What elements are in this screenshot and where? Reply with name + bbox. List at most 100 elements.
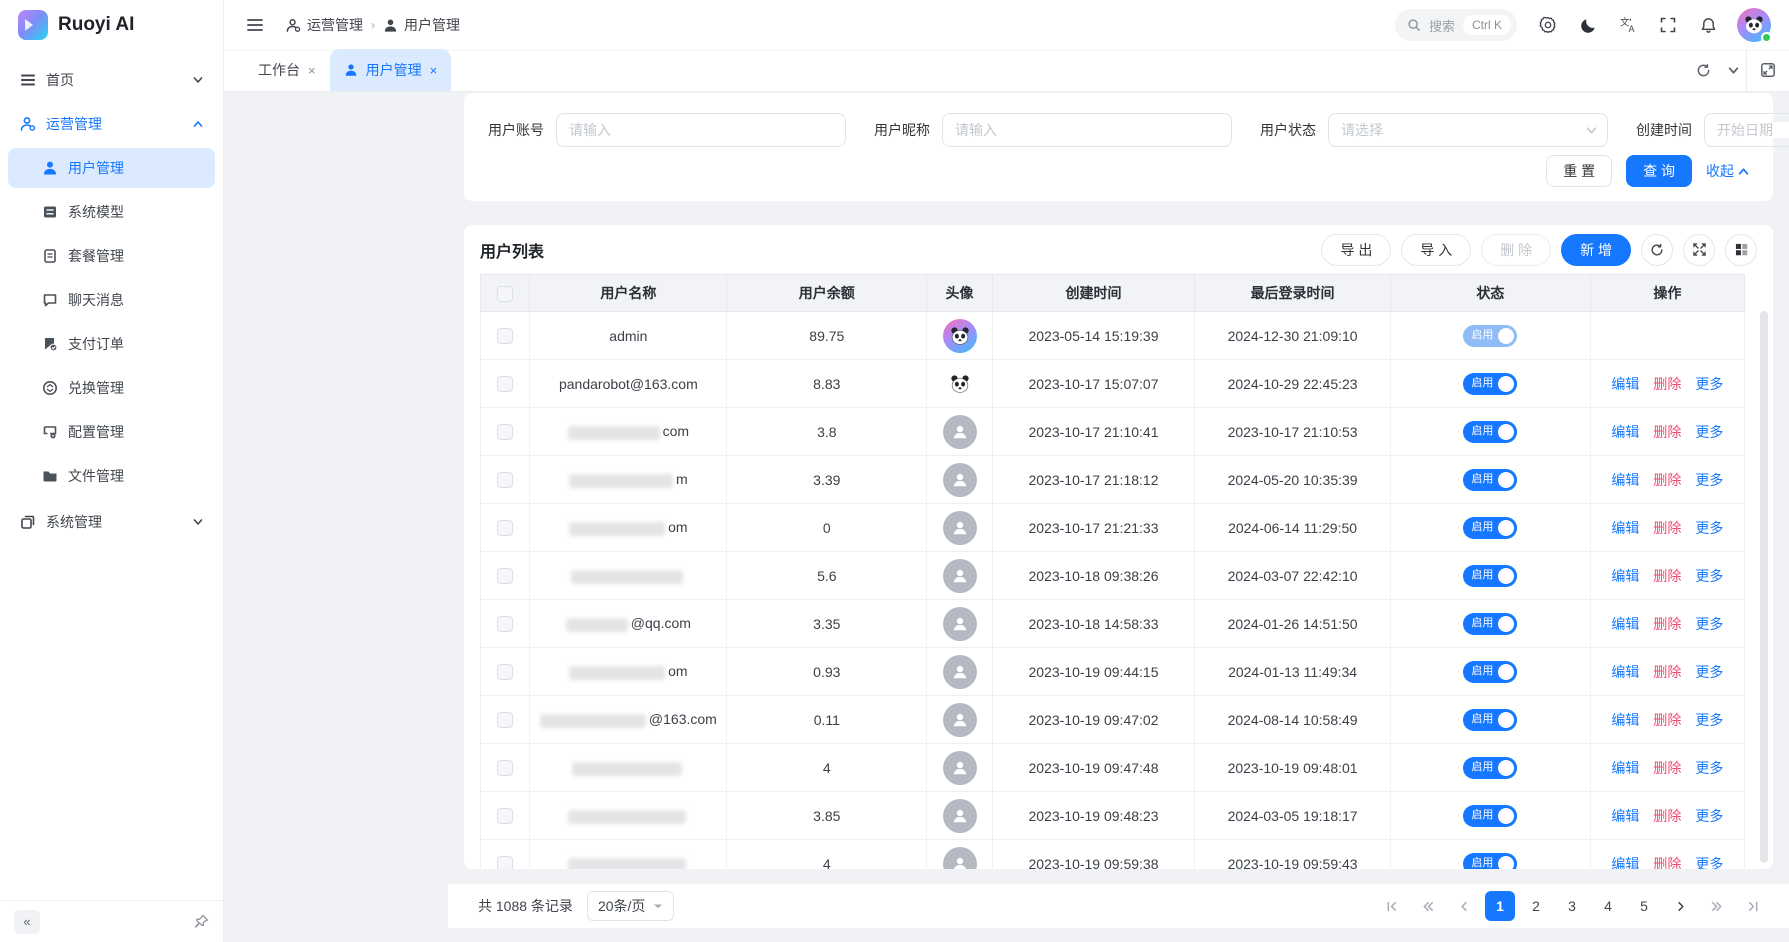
row-checkbox[interactable]	[497, 472, 513, 488]
row-checkbox[interactable]	[497, 376, 513, 392]
more-link[interactable]: 更多	[1695, 568, 1723, 584]
select-all-checkbox[interactable]	[497, 286, 513, 302]
sidebar-item-plan-management[interactable]: 套餐管理	[8, 236, 215, 276]
prev-5-pages-button[interactable]	[1413, 891, 1443, 921]
more-link[interactable]: 更多	[1695, 616, 1723, 632]
row-checkbox[interactable]	[497, 712, 513, 728]
row-checkbox[interactable]	[497, 520, 513, 536]
column-settings-icon[interactable]	[1725, 234, 1757, 266]
delete-link[interactable]: 删除	[1653, 712, 1681, 728]
hamburger-menu-icon[interactable]	[238, 8, 272, 42]
delete-link[interactable]: 删除	[1653, 376, 1681, 392]
import-button[interactable]: 导 入	[1401, 234, 1471, 266]
status-toggle[interactable]: 启用	[1463, 853, 1517, 870]
add-button[interactable]: 新 增	[1561, 234, 1631, 266]
row-checkbox[interactable]	[497, 328, 513, 344]
collapse-filter-link[interactable]: 收起	[1706, 161, 1749, 181]
delete-link[interactable]: 删除	[1653, 520, 1681, 536]
fullscreen-icon[interactable]	[1651, 8, 1685, 42]
sidebar-collapse-button[interactable]: «	[14, 910, 40, 934]
user-status-select[interactable]: 请选择	[1328, 113, 1608, 147]
edit-link[interactable]: 编辑	[1611, 712, 1639, 728]
prev-page-button[interactable]	[1449, 891, 1479, 921]
status-toggle[interactable]: 启用	[1463, 565, 1517, 587]
delete-link[interactable]: 删除	[1653, 472, 1681, 488]
next-page-button[interactable]	[1665, 891, 1695, 921]
reset-button[interactable]: 重 置	[1546, 155, 1612, 187]
edit-link[interactable]: 编辑	[1611, 568, 1639, 584]
tab-user-management[interactable]: 用户管理 ×	[330, 49, 452, 91]
sidebar-item-home[interactable]: 首页	[8, 60, 215, 100]
status-toggle[interactable]: 启用	[1463, 757, 1517, 779]
delete-link[interactable]: 删除	[1653, 856, 1681, 870]
status-toggle[interactable]: 启用	[1463, 325, 1517, 347]
row-checkbox[interactable]	[497, 424, 513, 440]
edit-link[interactable]: 编辑	[1611, 472, 1639, 488]
delete-link[interactable]: 删除	[1653, 760, 1681, 776]
first-page-button[interactable]	[1377, 891, 1407, 921]
close-icon[interactable]: ×	[430, 63, 438, 78]
row-checkbox[interactable]	[497, 568, 513, 584]
settings-gear-icon[interactable]	[1531, 8, 1565, 42]
more-link[interactable]: 更多	[1695, 664, 1723, 680]
content-fullscreen-icon[interactable]	[1747, 49, 1789, 91]
more-link[interactable]: 更多	[1695, 376, 1723, 392]
more-link[interactable]: 更多	[1695, 712, 1723, 728]
user-account-input[interactable]	[556, 113, 846, 147]
delete-button[interactable]: 删 除	[1481, 234, 1551, 266]
sidebar-item-user-management[interactable]: 用户管理	[8, 148, 215, 188]
edit-link[interactable]: 编辑	[1611, 424, 1639, 440]
export-button[interactable]: 导 出	[1321, 234, 1391, 266]
status-toggle[interactable]: 启用	[1463, 373, 1517, 395]
close-icon[interactable]: ×	[308, 63, 316, 78]
more-link[interactable]: 更多	[1695, 424, 1723, 440]
last-page-button[interactable]	[1737, 891, 1767, 921]
language-translate-icon[interactable]: 文A	[1611, 8, 1645, 42]
pin-icon[interactable]	[194, 914, 209, 929]
table-fullscreen-icon[interactable]	[1683, 234, 1715, 266]
sidebar-item-system-models[interactable]: 系统模型	[8, 192, 215, 232]
edit-link[interactable]: 编辑	[1611, 760, 1639, 776]
sidebar-item-redeem-management[interactable]: 兑换管理	[8, 368, 215, 408]
breadcrumb-operations[interactable]: 运营管理	[286, 15, 363, 35]
edit-link[interactable]: 编辑	[1611, 376, 1639, 392]
edit-link[interactable]: 编辑	[1611, 520, 1639, 536]
delete-link[interactable]: 删除	[1653, 616, 1681, 632]
row-checkbox[interactable]	[497, 760, 513, 776]
tab-workbench[interactable]: 工作台 ×	[244, 49, 330, 91]
edit-link[interactable]: 编辑	[1611, 664, 1639, 680]
search-button[interactable]: 查 询	[1626, 155, 1692, 187]
edit-link[interactable]: 编辑	[1611, 616, 1639, 632]
sidebar-item-config-management[interactable]: 配置管理	[8, 412, 215, 452]
refresh-icon[interactable]	[1641, 234, 1673, 266]
delete-link[interactable]: 删除	[1653, 568, 1681, 584]
breadcrumb-user-management[interactable]: 用户管理	[383, 15, 460, 35]
more-link[interactable]: 更多	[1695, 856, 1723, 870]
status-toggle[interactable]: 启用	[1463, 661, 1517, 683]
user-avatar[interactable]	[1737, 8, 1771, 42]
status-toggle[interactable]: 启用	[1463, 709, 1517, 731]
sidebar-item-file-management[interactable]: 文件管理	[8, 456, 215, 496]
more-link[interactable]: 更多	[1695, 760, 1723, 776]
page-button-3[interactable]: 3	[1557, 891, 1587, 921]
edit-link[interactable]: 编辑	[1611, 856, 1639, 870]
start-date-input[interactable]	[1717, 122, 1789, 138]
chevron-down-icon[interactable]	[1720, 49, 1746, 91]
delete-link[interactable]: 删除	[1653, 664, 1681, 680]
global-search[interactable]: 搜索 Ctrl K	[1395, 9, 1517, 41]
page-button-1[interactable]: 1	[1485, 891, 1515, 921]
next-5-pages-button[interactable]	[1701, 891, 1731, 921]
more-link[interactable]: 更多	[1695, 472, 1723, 488]
more-link[interactable]: 更多	[1695, 520, 1723, 536]
page-button-5[interactable]: 5	[1629, 891, 1659, 921]
status-toggle[interactable]: 启用	[1463, 805, 1517, 827]
page-button-4[interactable]: 4	[1593, 891, 1623, 921]
user-nickname-input[interactable]	[942, 113, 1232, 147]
more-link[interactable]: 更多	[1695, 808, 1723, 824]
status-toggle[interactable]: 启用	[1463, 613, 1517, 635]
sidebar-item-operations[interactable]: 运营管理	[8, 104, 215, 144]
sidebar-item-payment-orders[interactable]: 支付订单	[8, 324, 215, 364]
row-checkbox[interactable]	[497, 664, 513, 680]
row-checkbox[interactable]	[497, 616, 513, 632]
refresh-icon[interactable]	[1686, 49, 1720, 91]
